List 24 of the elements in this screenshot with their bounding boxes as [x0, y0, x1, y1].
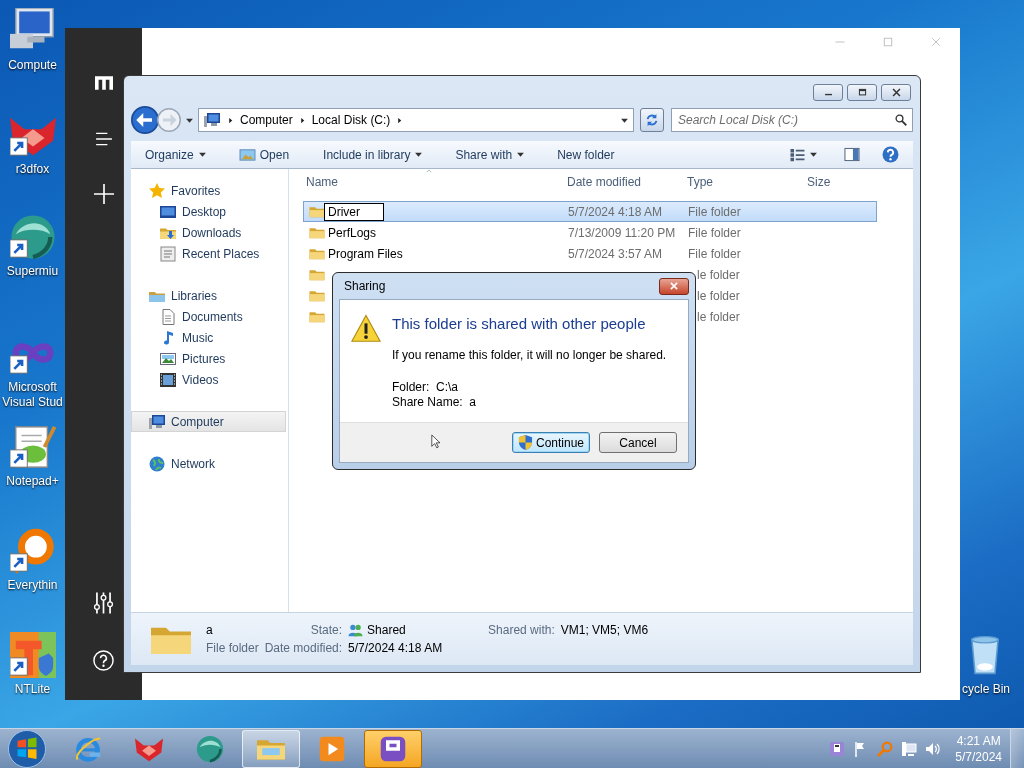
dialog-heading: This folder is shared with other people — [392, 314, 647, 334]
type-text: le folder — [697, 266, 740, 284]
detail-value: VM1; VM5; VM6 — [560, 622, 649, 639]
detail-text: Share Name: a — [392, 395, 478, 410]
file-name: PerfLogs — [328, 224, 377, 242]
type-text: File folder — [688, 224, 741, 242]
detail-label: State: — [309, 622, 343, 639]
dialog-message: If you rename this folder, it will no longer be shared. — [392, 347, 667, 364]
type-text: le folder — [697, 287, 740, 305]
file-name: a — [206, 622, 214, 639]
type-text: File folder — [688, 245, 741, 263]
date-text: 7/13/2009 11:20 PM — [568, 225, 676, 240]
type-text: File folder — [688, 203, 741, 221]
file-type: File folder — [206, 640, 259, 657]
dialog-title: Sharing — [344, 278, 386, 295]
detail-value: Shared — [367, 622, 406, 639]
detail-label: Date modified: — [264, 640, 343, 657]
detail-value: 5/7/2024 4:18 AM — [348, 640, 443, 657]
detail-text: Folder: C:\a — [392, 380, 460, 395]
type-text: le folder — [697, 308, 740, 326]
date-text: 5/7/2024 4:18 AM — [568, 204, 663, 219]
file-name: Program Files — [328, 245, 403, 263]
detail-label: Shared with: — [488, 622, 555, 639]
date-text: 5/7/2024 3:57 AM — [568, 246, 663, 261]
